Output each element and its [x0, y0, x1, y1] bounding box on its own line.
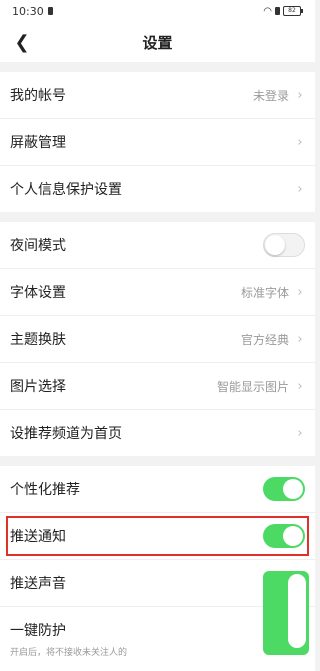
toggle-knob [288, 574, 306, 648]
row-label: 个性化推荐 [10, 482, 80, 498]
personalized-recommendation-toggle[interactable] [263, 477, 305, 501]
account-section: 我的帐号 未登录 › 屏蔽管理 › 个人信息保护设置 › [0, 72, 315, 212]
push-notification-toggle[interactable] [263, 524, 305, 548]
row-label: 设推荐频道为首页 [10, 426, 122, 442]
row-description: 开启后，将不接收未关注人的 [10, 648, 128, 658]
signal-icon [275, 7, 280, 15]
default-channel-row[interactable]: 设推荐频道为首页 › [0, 410, 315, 456]
section-gap [0, 212, 315, 222]
row-value: 官方经典 [240, 332, 289, 347]
image-selection-row[interactable]: 图片选择 智能显示图片 › [0, 363, 315, 410]
chevron-right-icon: › [297, 378, 303, 394]
chevron-left-icon: ❮ [14, 31, 30, 53]
status-left: 10:30 [12, 5, 53, 18]
back-button[interactable]: ❮ [10, 30, 34, 54]
row-label: 夜间模式 [10, 238, 66, 254]
chevron-right-icon: › [297, 284, 303, 300]
row-label: 一键防护 [10, 623, 66, 639]
row-label: 字体设置 [10, 285, 66, 301]
status-right: ◠ 82 [263, 5, 303, 17]
privacy-settings-row[interactable]: 个人信息保护设置 › [0, 166, 315, 212]
personalized-recommendation-row: 个性化推荐 [0, 466, 315, 513]
row-value: 未登录 [252, 88, 289, 103]
block-management-row[interactable]: 屏蔽管理 › [0, 119, 315, 166]
row-label: 个人信息保护设置 [10, 182, 122, 198]
battery-level: 82 [288, 7, 296, 14]
row-label: 我的帐号 [10, 88, 66, 104]
status-time: 10:30 [12, 4, 44, 18]
row-value: 标准字体 [240, 285, 289, 300]
theme-row[interactable]: 主题换肤 官方经典 › [0, 316, 315, 363]
font-settings-row[interactable]: 字体设置 标准字体 › [0, 269, 315, 316]
toggle-knob [283, 526, 303, 546]
page-title: 设置 [142, 33, 173, 52]
toggle-knob [283, 479, 303, 499]
night-mode-toggle[interactable] [263, 233, 305, 257]
row-label: 图片选择 [10, 379, 66, 395]
night-mode-row: 夜间模式 [0, 222, 315, 269]
toggle-knob [265, 235, 285, 255]
push-notification-row: 推送通知 [0, 513, 315, 560]
row-label: 主题换肤 [10, 332, 66, 348]
row-label: 推送声音 [10, 576, 66, 592]
row-label: 推送通知 [10, 529, 66, 545]
row-value: 智能显示图片 [216, 379, 289, 394]
section-gap [0, 456, 315, 466]
section-gap [0, 62, 315, 72]
my-account-row[interactable]: 我的帐号 未登录 › [0, 72, 315, 119]
chevron-right-icon: › [297, 331, 303, 347]
chevron-right-icon: › [297, 425, 303, 441]
battery-icon: 82 [283, 6, 303, 16]
status-bar: 10:30 ◠ 82 [0, 0, 315, 22]
row-label: 屏蔽管理 [10, 135, 66, 151]
chevron-right-icon: › [297, 87, 303, 103]
navigation-bar: ❮ 设置 [0, 22, 315, 62]
chevron-right-icon: › [297, 134, 303, 150]
wifi-icon: ◠ [263, 5, 272, 17]
display-section: 夜间模式 字体设置 标准字体 › 主题换肤 官方经典 › 图片选择 智能显示图片… [0, 222, 315, 456]
push-sound-toggle[interactable] [263, 571, 309, 655]
chevron-right-icon: › [297, 181, 303, 197]
sim-icon [47, 7, 53, 15]
